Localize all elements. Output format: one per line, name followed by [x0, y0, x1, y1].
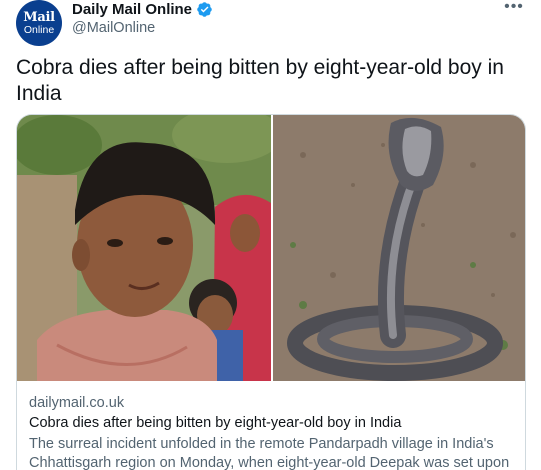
more-options-icon[interactable]: •••: [501, 0, 527, 20]
card-media[interactable]: [17, 115, 525, 381]
avatar-logo-bottom: Online: [23, 23, 55, 36]
card-meta[interactable]: dailymail.co.uk Cobra dies after being b…: [17, 381, 525, 470]
avatar-logo-top: Mail: [23, 9, 55, 25]
card-domain: dailymail.co.uk: [29, 395, 125, 411]
link-card[interactable]: dailymail.co.uk Cobra dies after being b…: [16, 114, 526, 470]
card-title[interactable]: Cobra dies after being bitten by eight-y…: [29, 414, 515, 433]
display-name[interactable]: Daily Mail Online: [72, 1, 192, 18]
verified-badge-icon: [197, 1, 212, 17]
avatar[interactable]: Mail Online: [16, 0, 62, 46]
card-description: The surreal incident unfolded in the rem…: [29, 436, 510, 470]
more-options-glyph: •••: [504, 0, 524, 15]
tweet-text: Cobra dies after being bitten by eight-y…: [16, 56, 504, 105]
tweet[interactable]: Mail Online Daily Mail Online @MailOnlin…: [0, 0, 541, 470]
user-info: Daily Mail Online @MailOnline: [72, 0, 213, 36]
user-handle[interactable]: @MailOnline: [72, 20, 213, 36]
name-row: Daily Mail Online: [72, 0, 213, 18]
boy-photo: [17, 115, 271, 381]
cobra-photo: [273, 115, 525, 381]
